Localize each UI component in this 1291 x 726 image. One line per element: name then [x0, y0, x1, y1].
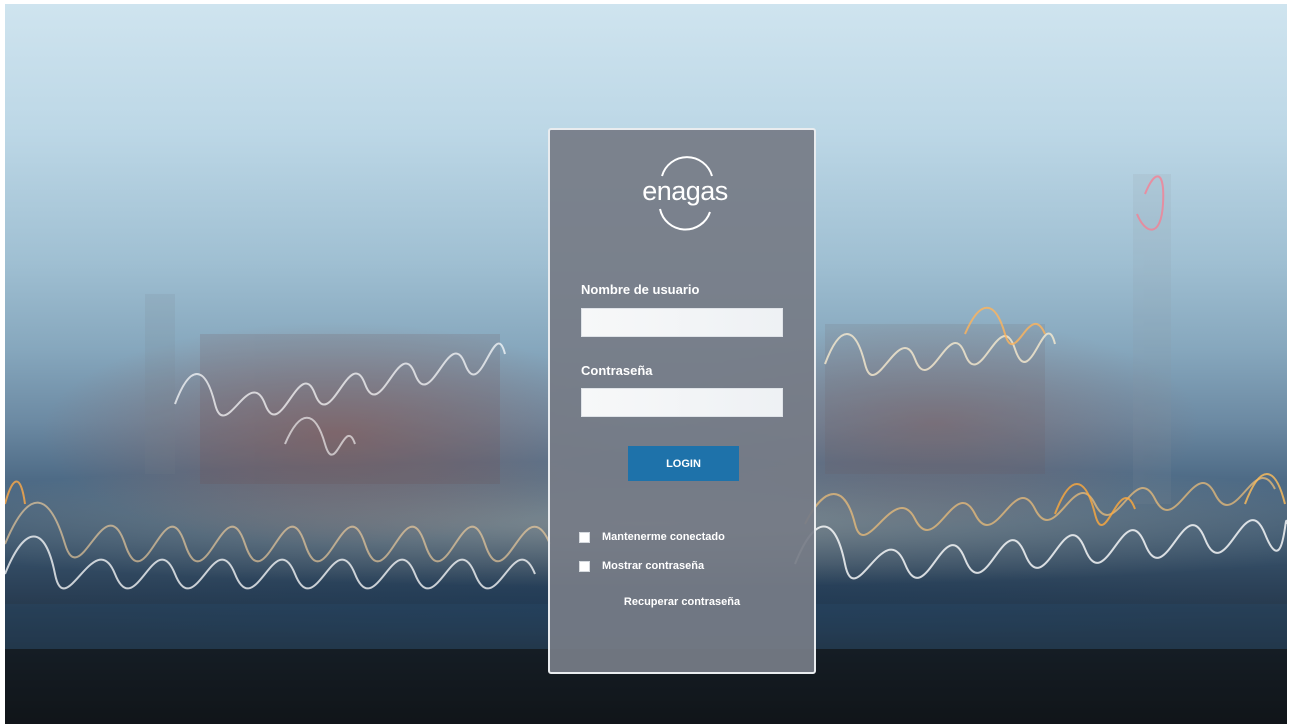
recover-password-link[interactable]: Recuperar contraseña	[550, 596, 814, 608]
password-label: Contraseña	[581, 363, 653, 378]
enagas-logo: enagas	[630, 154, 740, 234]
show-password-checkbox[interactable]	[579, 560, 590, 572]
remember-me-checkbox[interactable]	[579, 531, 590, 543]
remember-me-row[interactable]: Mantenerme conectado	[579, 530, 725, 544]
login-button[interactable]: LOGIN	[628, 446, 739, 481]
show-password-row[interactable]: Mostrar contraseña	[579, 559, 704, 573]
password-input[interactable]	[581, 388, 783, 417]
login-panel: enagas Nombre de usuario Contraseña LOGI…	[548, 128, 816, 674]
username-label: Nombre de usuario	[581, 282, 700, 297]
remember-me-label: Mantenerme conectado	[602, 531, 725, 543]
logo-wordmark: enagas	[642, 176, 728, 206]
show-password-label: Mostrar contraseña	[602, 560, 705, 572]
username-input[interactable]	[581, 308, 783, 337]
